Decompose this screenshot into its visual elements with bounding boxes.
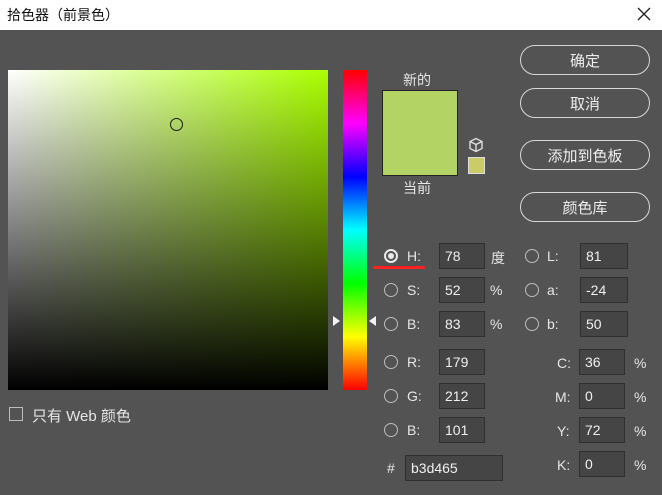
red-label: R: — [407, 354, 421, 370]
magenta-label: M: — [555, 389, 571, 405]
red-input[interactable] — [439, 349, 485, 375]
cyan-label: C: — [557, 355, 571, 371]
window-title: 拾色器（前景色） — [7, 7, 119, 23]
close-button[interactable] — [631, 1, 657, 27]
blue-label: B: — [407, 422, 421, 438]
hue-radio[interactable] — [384, 249, 398, 263]
new-color-label: 新的 — [403, 72, 431, 88]
hue-label: H: — [407, 248, 421, 264]
add-to-swatches-button[interactable]: 添加到色板 — [520, 140, 650, 170]
current-color-label: 当前 — [403, 180, 431, 196]
lab-b-label: b: — [547, 316, 559, 332]
green-label: G: — [407, 388, 422, 404]
new-color-swatch — [382, 90, 458, 176]
color-libraries-button[interactable]: 颜色库 — [520, 192, 650, 222]
color-field-cursor[interactable] — [170, 118, 183, 131]
color-field[interactable] — [8, 70, 328, 390]
magenta-input[interactable] — [579, 383, 625, 409]
yellow-input[interactable] — [579, 417, 625, 443]
cube-icon[interactable] — [468, 137, 484, 153]
black-unit: % — [634, 457, 647, 473]
brightness-radio[interactable] — [384, 317, 398, 331]
websafe-color-swatch[interactable] — [468, 157, 485, 174]
lab-b-input[interactable] — [580, 311, 628, 337]
saturation-input[interactable] — [439, 277, 485, 303]
lab-l-label: L: — [547, 248, 559, 264]
cyan-unit: % — [634, 355, 647, 371]
cancel-button[interactable]: 取消 — [520, 88, 650, 118]
hex-label: # — [387, 460, 395, 476]
yellow-unit: % — [634, 423, 647, 439]
brightness-input[interactable] — [439, 311, 485, 337]
cyan-input[interactable] — [579, 349, 625, 375]
saturation-unit: % — [490, 282, 503, 298]
hue-slider-handle-left[interactable] — [333, 316, 340, 326]
lab-b-radio[interactable] — [525, 317, 539, 331]
ok-button[interactable]: 确定 — [520, 45, 650, 75]
close-icon — [637, 7, 651, 21]
black-input[interactable] — [579, 451, 625, 477]
lab-a-radio[interactable] — [525, 283, 539, 297]
hue-slider-handle-right[interactable] — [369, 316, 376, 326]
blue-radio[interactable] — [384, 423, 398, 437]
lab-a-label: a: — [547, 282, 559, 298]
hue-input[interactable] — [439, 243, 485, 269]
web-colors-only-label: 只有 Web 颜色 — [32, 408, 131, 425]
lab-a-input[interactable] — [580, 277, 628, 303]
title-bar: 拾色器（前景色） — [0, 0, 662, 30]
web-colors-only-checkbox[interactable] — [9, 407, 23, 421]
brightness-label: B: — [407, 316, 421, 332]
magenta-unit: % — [634, 389, 647, 405]
hue-unit: 度 — [491, 250, 505, 266]
green-radio[interactable] — [384, 389, 398, 403]
saturation-radio[interactable] — [384, 283, 398, 297]
saturation-label: S: — [407, 282, 421, 298]
blue-input[interactable] — [439, 417, 485, 443]
hue-slider[interactable] — [343, 70, 367, 390]
lab-l-input[interactable] — [580, 243, 628, 269]
yellow-label: Y: — [557, 423, 570, 439]
hex-input[interactable] — [405, 455, 503, 481]
brightness-unit: % — [490, 316, 503, 332]
red-radio[interactable] — [384, 355, 398, 369]
black-label: K: — [557, 457, 571, 473]
hue-highlight-underline — [373, 266, 425, 269]
green-input[interactable] — [439, 383, 485, 409]
lab-l-radio[interactable] — [525, 249, 539, 263]
